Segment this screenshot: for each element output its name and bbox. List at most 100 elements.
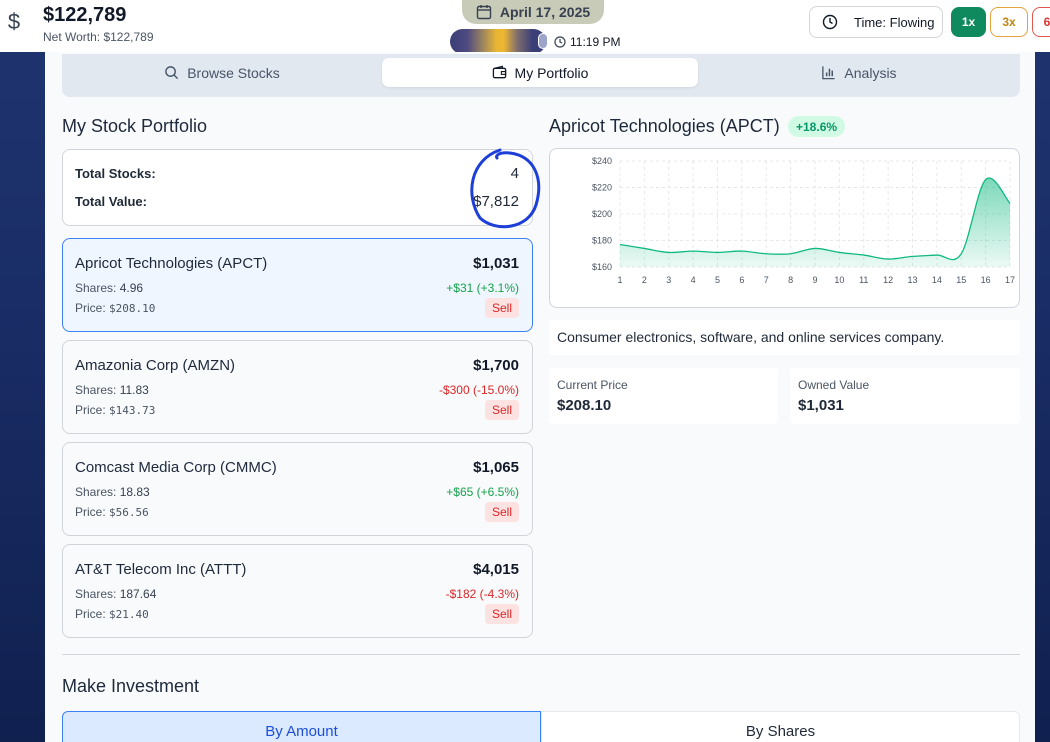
price-value: $143.73 xyxy=(109,404,156,417)
holding-price: Price: $56.56 xyxy=(75,505,149,519)
time-flow-label: Time: Flowing xyxy=(854,14,935,30)
holding-price: Price: $21.40 xyxy=(75,607,149,621)
dollar-icon: $ xyxy=(7,9,21,34)
current-price-label: Current Price xyxy=(557,378,628,392)
holding-value: $4,015 xyxy=(473,561,519,578)
x-tick-label: 6 xyxy=(739,275,744,285)
sell-button[interactable]: Sell xyxy=(485,502,519,522)
x-tick-label: 11 xyxy=(859,275,868,285)
x-tick-label: 7 xyxy=(764,275,769,285)
holding-change: -$300 (-15.0%) xyxy=(438,383,519,397)
x-tick-label: 5 xyxy=(715,275,720,285)
x-tick-label: 16 xyxy=(981,275,991,285)
holding-value: $1,700 xyxy=(473,357,519,374)
y-tick-label: $180 xyxy=(592,236,612,246)
shares-value: 187.64 xyxy=(119,587,157,601)
owned-value-box: Owned Value $1,031 xyxy=(790,368,1020,424)
main-panel: Browse Stocks My Portfolio Analysis My S… xyxy=(45,52,1035,742)
holding-name: Apricot Technologies (APCT) xyxy=(75,255,268,272)
speed-3x-button[interactable]: 3x xyxy=(990,7,1028,37)
holding-shares: Shares: 187.64 xyxy=(75,587,156,601)
balance: $122,789 xyxy=(43,4,127,26)
x-tick-label: 2 xyxy=(642,275,647,285)
y-tick-label: $220 xyxy=(592,183,612,193)
tab-label: My Portfolio xyxy=(514,64,589,81)
holding-price: Price: $143.73 xyxy=(75,403,155,417)
wallet-icon xyxy=(492,65,506,79)
speed-6x-button[interactable]: 6 xyxy=(1032,7,1050,37)
clock-label: 11:19 PM xyxy=(570,35,621,49)
x-tick-label: 13 xyxy=(907,275,917,285)
section-divider xyxy=(62,654,1020,655)
shares-value: 11.83 xyxy=(119,383,149,397)
total-value-amount: $7,812 xyxy=(473,193,519,210)
shares-label: Shares: xyxy=(75,587,117,601)
date-label: April 17, 2025 xyxy=(499,4,591,20)
clock: 11:19 PM xyxy=(554,35,620,49)
x-tick-label: 8 xyxy=(788,275,793,285)
shares-value: 4.96 xyxy=(119,281,144,295)
time-flow-button[interactable]: Time: Flowing xyxy=(809,6,943,38)
holding-shares: Shares: 11.83 xyxy=(75,383,149,397)
tab-bar: Browse Stocks My Portfolio Analysis xyxy=(62,54,1020,97)
holding-change: +$31 (+3.1%) xyxy=(446,281,519,295)
holding-shares: Shares: 4.96 xyxy=(75,281,143,295)
x-tick-label: 14 xyxy=(932,275,942,285)
sell-button[interactable]: Sell xyxy=(485,604,519,624)
x-tick-label: 9 xyxy=(812,275,817,285)
owned-value-amount: $1,031 xyxy=(798,397,844,414)
day-cycle-handle[interactable] xyxy=(538,33,548,49)
holding-card[interactable]: AT&T Telecom Inc (ATTT) $4,015 Shares: 187… xyxy=(62,544,533,638)
holding-change: +$65 (+6.5%) xyxy=(446,485,519,499)
portfolio-summary: Total Stocks: 4 Total Value: $7,812 xyxy=(62,149,533,226)
tab-label: Analysis xyxy=(844,64,897,81)
y-tick-label: $240 xyxy=(592,156,612,166)
price-value: $56.56 xyxy=(109,506,149,519)
shares-value: 18.83 xyxy=(119,485,150,499)
holding-name: AT&T Telecom Inc (ATTT) xyxy=(75,561,247,578)
price-label: Price: xyxy=(75,301,106,315)
date-display[interactable]: April 17, 2025 xyxy=(462,0,604,24)
speed-1x-button[interactable]: 1x xyxy=(951,7,986,37)
price-label: Price: xyxy=(75,505,106,519)
invest-title: Make Investment xyxy=(62,676,200,696)
holding-price: Price: $208.10 xyxy=(75,301,155,315)
by-shares-tab[interactable]: By Shares xyxy=(541,711,1020,742)
current-price-box: Current Price $208.10 xyxy=(549,368,778,424)
stock-detail-title: Apricot Technologies (APCT) xyxy=(549,116,780,136)
invest-mode-tabs: By Amount By Shares xyxy=(62,711,1020,742)
owned-value-label: Owned Value xyxy=(798,378,870,392)
holding-name: Comcast Media Corp (CMMC) xyxy=(75,459,277,476)
price-chart: $160 $180 $200 $220 $240 1 2 3 4 5 6 7 8 9 10 11 12 13 14 1… xyxy=(549,148,1020,308)
x-tick-label: 1 xyxy=(617,275,622,285)
top-bar: $ $122,789 Net Worth: $122,789 April 17,… xyxy=(0,0,1050,54)
tab-analysis[interactable]: Analysis xyxy=(702,58,1016,87)
x-tick-label: 10 xyxy=(834,275,844,285)
bar-chart-icon xyxy=(822,66,836,80)
portfolio-title: My Stock Portfolio xyxy=(62,116,208,136)
tab-browse-stocks[interactable]: Browse Stocks xyxy=(66,58,378,87)
x-tick-label: 15 xyxy=(956,275,966,285)
total-value-label: Total Value: xyxy=(75,194,147,209)
tab-my-portfolio[interactable]: My Portfolio xyxy=(382,58,698,87)
x-tick-label: 3 xyxy=(666,275,671,285)
tab-label: Browse Stocks xyxy=(187,64,280,81)
holding-card[interactable]: Amazonia Corp (AMZN) $1,700 Shares: 11.83 -… xyxy=(62,340,533,434)
by-amount-tab[interactable]: By Amount xyxy=(62,711,541,742)
holding-name: Amazonia Corp (AMZN) xyxy=(75,357,236,374)
sell-button[interactable]: Sell xyxy=(485,400,519,420)
shares-label: Shares: xyxy=(75,281,117,295)
price-value: $208.10 xyxy=(109,302,156,315)
price-label: Price: xyxy=(75,607,106,621)
total-stocks-value: 4 xyxy=(510,165,519,182)
y-tick-label: $160 xyxy=(592,262,612,272)
stock-description: Consumer electronics, software, and onli… xyxy=(549,320,1020,355)
sell-button[interactable]: Sell xyxy=(485,298,519,318)
x-tick-label: 4 xyxy=(691,275,696,285)
shares-label: Shares: xyxy=(75,383,117,397)
holding-shares: Shares: 18.83 xyxy=(75,485,150,499)
search-icon xyxy=(165,66,179,80)
holding-card[interactable]: Comcast Media Corp (CMMC) $1,065 Shares: 1… xyxy=(62,442,533,536)
total-stocks-label: Total Stocks: xyxy=(75,166,156,181)
holding-card[interactable]: Apricot Technologies (APCT) $1,031 Shares:… xyxy=(62,238,533,332)
